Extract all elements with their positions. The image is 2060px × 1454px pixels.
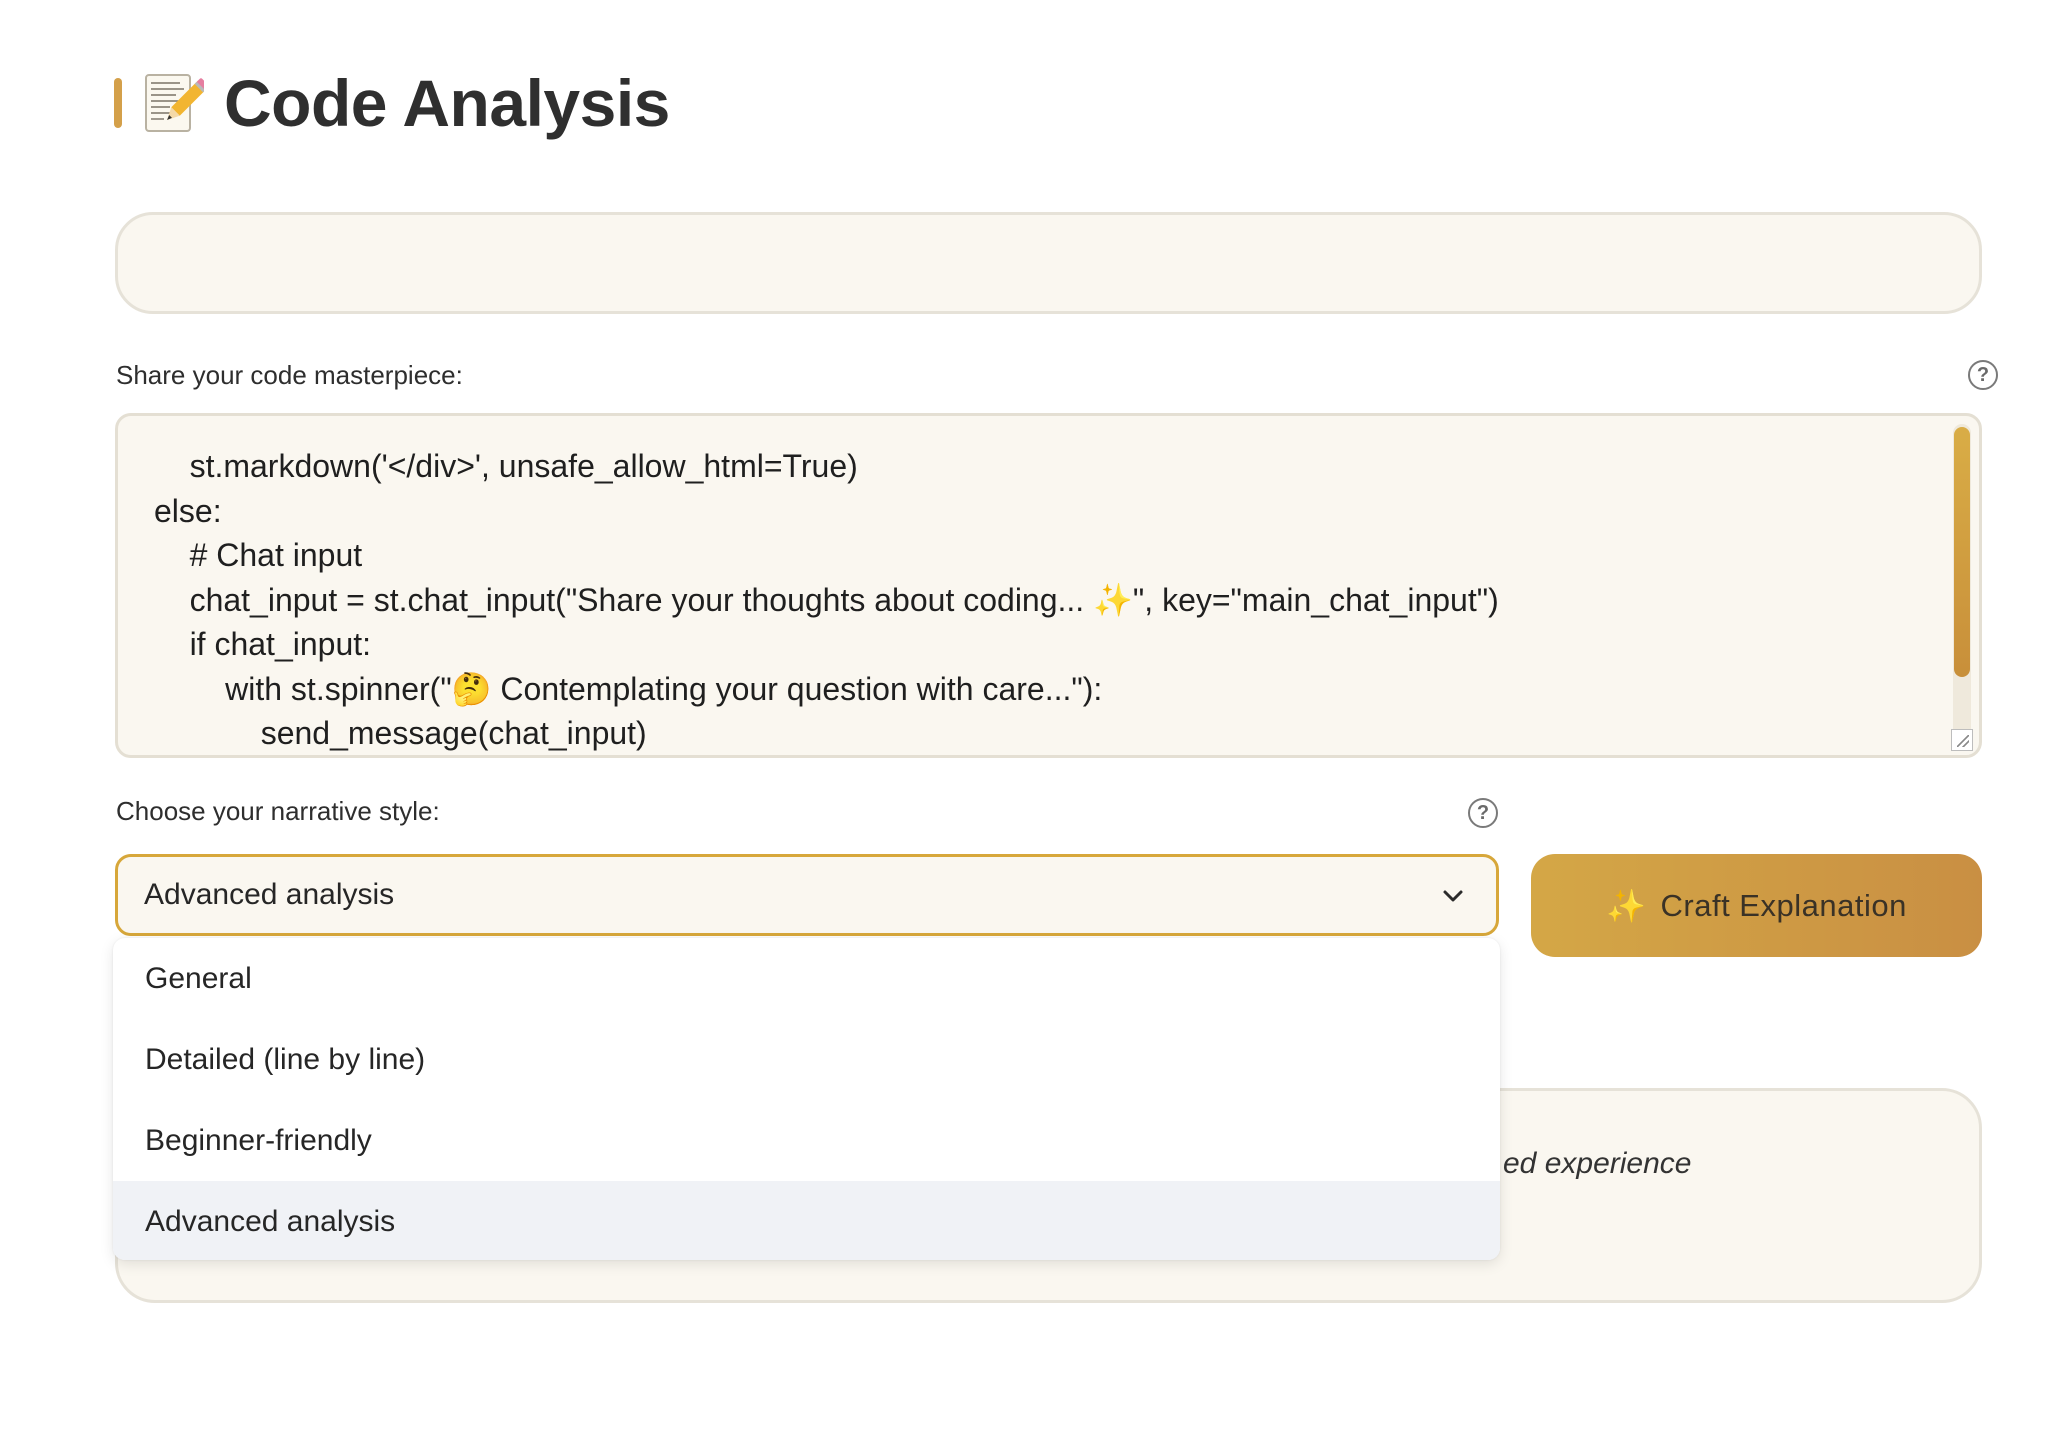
narrative-style-select[interactable]: Advanced analysis xyxy=(115,854,1499,936)
code-line: st.markdown('</div>', unsafe_allow_html=… xyxy=(154,448,858,484)
select-value: Advanced analysis xyxy=(144,878,395,911)
page-title: Code Analysis xyxy=(224,66,670,140)
code-line: # Chat input xyxy=(154,537,363,573)
code-line: with st.spinner("🤔 Contemplating your qu… xyxy=(154,670,1103,707)
info-panel-text: ed experience xyxy=(1503,1147,1692,1180)
style-select-label: Choose your narrative style: xyxy=(116,796,440,826)
dropdown-option-beginner[interactable]: Beginner-friendly xyxy=(113,1100,1500,1181)
page: Code Analysis Share your code masterpiec… xyxy=(0,0,2060,1454)
code-line: chat_input = st.chat_input("Share your t… xyxy=(154,581,1499,618)
style-dropdown-menu: General Detailed (line by line) Beginner… xyxy=(113,938,1500,1260)
code-line: else: xyxy=(154,492,222,529)
code-input-label: Share your code masterpiece: xyxy=(116,360,463,390)
code-help-icon[interactable]: ? xyxy=(1968,360,1998,390)
code-line: if chat_input: xyxy=(154,626,372,662)
code-content: st.markdown('</div>', unsafe_allow_html=… xyxy=(154,444,1499,755)
top-panel xyxy=(115,212,1982,314)
craft-explanation-button[interactable]: ✨ Craft Explanation xyxy=(1531,854,1982,957)
chevron-down-icon[interactable] xyxy=(1438,881,1468,911)
sparkles-icon: ✨ xyxy=(1606,887,1647,924)
code-scrollbar-thumb[interactable] xyxy=(1954,427,1970,677)
code-textarea[interactable]: st.markdown('</div>', unsafe_allow_html=… xyxy=(115,413,1982,758)
code-line: send_message(chat_input) xyxy=(154,715,647,751)
resize-handle-icon[interactable] xyxy=(1951,729,1973,751)
craft-button-label: Craft Explanation xyxy=(1660,887,1907,923)
title-accent-bar xyxy=(114,78,122,128)
dropdown-option-advanced[interactable]: Advanced analysis xyxy=(113,1181,1500,1260)
style-help-icon[interactable]: ? xyxy=(1468,798,1498,828)
memo-pencil-icon xyxy=(145,74,204,132)
page-header: Code Analysis xyxy=(114,62,670,144)
code-scrollbar[interactable] xyxy=(1953,424,1971,740)
dropdown-option-general[interactable]: General xyxy=(113,938,1500,1019)
dropdown-option-detailed[interactable]: Detailed (line by line) xyxy=(113,1019,1500,1100)
